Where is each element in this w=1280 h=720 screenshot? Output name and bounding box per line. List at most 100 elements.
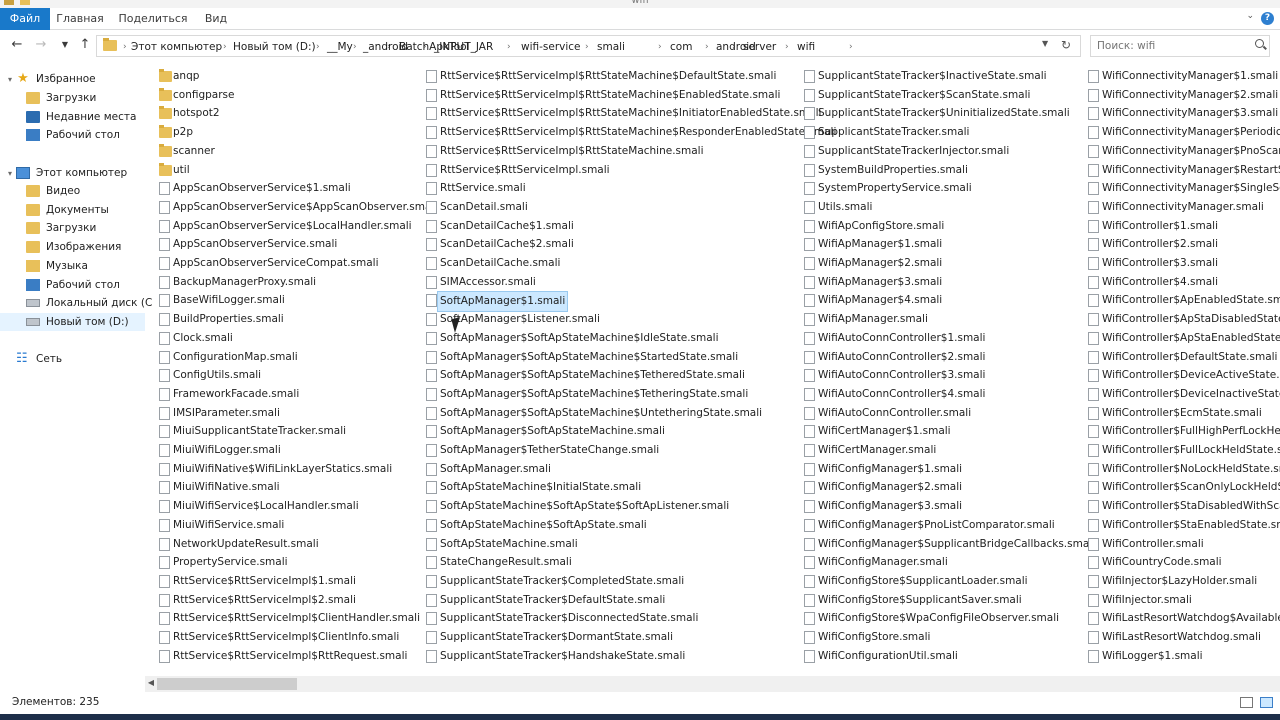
breadcrumb-separator-icon[interactable]: › — [705, 39, 709, 55]
nav-item-pc-1[interactable]: Документы — [0, 201, 145, 219]
forward-arrow-icon[interactable]: → — [32, 37, 50, 53]
nav-item-pc-5[interactable]: Рабочий стол — [0, 276, 145, 294]
nav-item-pc-4[interactable]: Музыка — [0, 257, 145, 275]
file-name: RttService$RttServiceImpl$1.smali — [173, 574, 356, 587]
breadcrumb-separator-icon[interactable]: › — [849, 39, 853, 55]
nav-item-network[interactable]: ☷ Сеть — [0, 350, 145, 368]
file-name: WifiConnectivityManager$PnoScanListener.… — [1102, 144, 1280, 157]
tab-share[interactable]: Поделиться — [110, 8, 196, 30]
breadcrumb-separator-icon[interactable]: › — [316, 39, 320, 55]
breadcrumb-separator-icon[interactable]: › — [507, 39, 511, 55]
file-name: WifiConnectivityManager$SingleScanListen… — [1102, 182, 1280, 195]
back-arrow-icon[interactable]: ← — [8, 37, 26, 53]
breadcrumb-item[interactable]: __My — [327, 39, 353, 55]
desktop-icon — [26, 278, 40, 291]
details-view-icon[interactable] — [1240, 697, 1253, 708]
breadcrumb-item[interactable]: server — [743, 39, 776, 55]
breadcrumb-separator-icon[interactable]: › — [585, 39, 589, 55]
file-icon — [804, 107, 815, 121]
file-name: SoftApManager$SoftApStateMachine$Started… — [440, 350, 739, 363]
file-name: ScanDetailCache.smali — [440, 257, 561, 269]
tab-file[interactable]: Файл — [0, 8, 50, 30]
music-icon — [26, 259, 40, 272]
search-input[interactable] — [1097, 39, 1247, 53]
up-arrow-icon[interactable]: ↑ — [76, 37, 94, 53]
breadcrumb-separator-icon[interactable]: › — [785, 39, 789, 55]
breadcrumb-separator-icon[interactable]: › — [223, 39, 227, 55]
nav-item-label: Видео — [46, 185, 81, 197]
title-bar: wifi — [0, 0, 1280, 8]
file-name: MiuiWifiNative.smali — [173, 481, 280, 494]
file-name: IMSIParameter.smali — [173, 406, 280, 419]
scroll-left-icon[interactable]: ◀ — [145, 678, 157, 687]
nav-item-pc-3[interactable]: Изображения — [0, 238, 145, 256]
file-icon — [1088, 219, 1099, 233]
large-icons-view-icon[interactable] — [1260, 697, 1273, 708]
horizontal-scrollbar[interactable]: ◀ — [145, 676, 1280, 692]
nav-item-label: Загрузки — [46, 92, 97, 104]
nav-item-label: Изображения — [46, 241, 122, 254]
recent-locations-chevron-icon[interactable]: ▼ — [56, 37, 74, 53]
file-name: SupplicantStateTracker.smali — [818, 126, 970, 139]
nav-item-label: Избранное — [36, 73, 96, 85]
file-icon — [804, 182, 815, 196]
file-name: BuildProperties.smali — [173, 313, 284, 326]
breadcrumb-item[interactable]: wifi-service — [521, 39, 581, 55]
file-name: anqp — [173, 70, 200, 82]
tab-home[interactable]: Главная — [50, 8, 110, 30]
breadcrumb-item[interactable]: com — [670, 39, 692, 55]
file-name: RttService$RttServiceImpl$ClientInfo.sma… — [173, 631, 400, 643]
nav-item-fav-2[interactable]: Рабочий стол — [0, 126, 145, 144]
breadcrumb-item[interactable]: _INPUT_JAR — [434, 39, 493, 55]
chevron-down-icon[interactable]: ⌄ — [1246, 11, 1254, 21]
help-icon[interactable]: ? — [1261, 12, 1274, 25]
file-icon — [159, 200, 170, 214]
breadcrumb-item[interactable]: wifi — [797, 39, 815, 55]
file-name: WifiConfigManager$1.smali — [818, 462, 963, 475]
file-name: WifiCertManager$1.smali — [818, 425, 951, 438]
file-name: ScanDetailCache$1.smali — [440, 219, 574, 232]
file-name: WifiAutoConnController$1.smali — [818, 331, 986, 344]
nav-item-fav-0[interactable]: Загрузки — [0, 89, 145, 107]
file-name: AppScanObserverService.smali — [173, 238, 338, 251]
search-box[interactable] — [1090, 35, 1270, 57]
scrollbar-thumb[interactable] — [157, 678, 297, 690]
nav-item-pc-2[interactable]: Загрузки — [0, 219, 145, 237]
nav-item-pc-7[interactable]: Новый том (D:) — [0, 312, 145, 331]
nav-item-pc-0[interactable]: Видео — [0, 182, 145, 200]
breadcrumb-separator-icon[interactable]: › — [123, 39, 127, 55]
tab-view[interactable]: Вид — [196, 8, 236, 30]
file-name: WifiAutoConnController.smali — [818, 406, 972, 419]
file-icon — [804, 444, 815, 457]
address-bar[interactable]: › › › › › › › › › › › › › Этот компьютер Новый том (D:… — [96, 35, 1081, 57]
file-name: WifiConfigManager$SupplicantBridgeCallba… — [818, 537, 1096, 550]
breadcrumb-separator-icon[interactable]: › — [353, 39, 357, 55]
file-icon — [159, 275, 170, 289]
folder-icon — [159, 69, 172, 82]
breadcrumb-item[interactable]: Новый том (D:) — [233, 39, 316, 55]
file-icon — [1088, 163, 1099, 177]
nav-item-fav-1[interactable]: Недавние места — [0, 108, 145, 126]
folder-icon — [159, 162, 172, 176]
nav-item-label: Музыка — [46, 259, 88, 272]
nav-item-pc-6[interactable]: Локальный диск (C — [0, 294, 152, 312]
status-bar: Элементов: 235 — [0, 694, 1280, 714]
file-name: SupplicantStateTracker$HandshakeState.sm… — [440, 649, 686, 662]
nav-item-favorites[interactable]: ★ Избранное — [0, 70, 145, 88]
file-name: Utils.smali — [818, 200, 873, 213]
file-name: configparse — [173, 88, 235, 101]
file-name: WifiController$DefaultState.smali — [1102, 350, 1278, 363]
file-icon — [1088, 387, 1099, 401]
nav-item-computer[interactable]: Этот компьютер — [0, 164, 145, 182]
file-icon — [1088, 257, 1099, 270]
breadcrumb-separator-icon[interactable]: › — [658, 39, 662, 55]
refresh-icon[interactable]: ↻ — [1061, 38, 1071, 52]
file-icon — [804, 593, 815, 607]
file-icon — [1088, 275, 1099, 289]
file-name: hotspot2 — [173, 107, 220, 120]
file-name: MiuiWifiService.smali — [173, 518, 285, 531]
file-icon — [804, 70, 815, 83]
breadcrumb-item[interactable]: Этот компьютер — [131, 39, 222, 55]
address-dropdown-icon[interactable]: ▼ — [1042, 39, 1048, 48]
breadcrumb-item[interactable]: smali — [597, 39, 625, 55]
